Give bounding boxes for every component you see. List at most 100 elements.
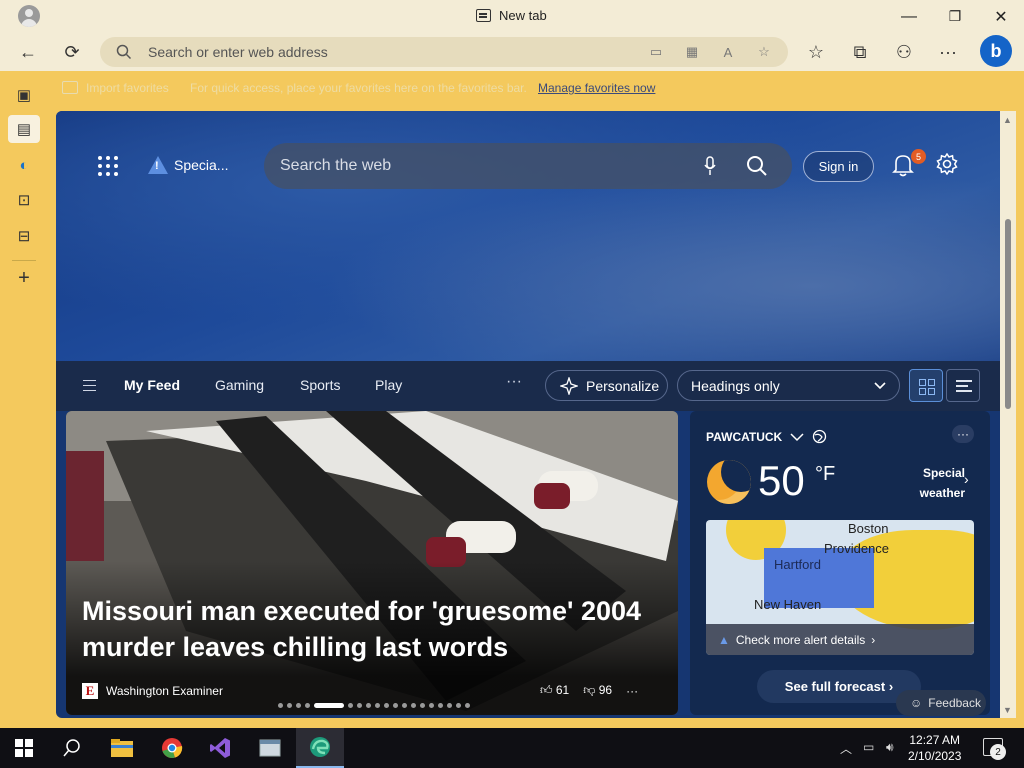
- start-button[interactable]: [0, 728, 48, 768]
- carousel-dot[interactable]: [348, 703, 353, 708]
- weather-map[interactable]: Boston Providence Hartford New Haven ▲ C…: [706, 520, 974, 655]
- carousel-dot[interactable]: [411, 703, 416, 708]
- close-button[interactable]: ✕: [978, 0, 1024, 33]
- address-bar[interactable]: Search or enter web address ▭ ▦ A ☆: [100, 37, 788, 67]
- file-explorer-icon[interactable]: [98, 728, 146, 768]
- layout-dropdown[interactable]: Headings only: [677, 370, 900, 401]
- scroll-up-arrow[interactable]: ▲: [1003, 115, 1012, 125]
- alert-details-link[interactable]: ▲ Check more alert details ›: [706, 624, 974, 655]
- like-button[interactable]: 👍︎ 61: [540, 683, 569, 698]
- app-window-icon[interactable]: [246, 728, 294, 768]
- edge-dev-icon[interactable]: [296, 728, 344, 768]
- network-icon[interactable]: ▭: [863, 740, 874, 754]
- import-favorites-button[interactable]: Import favorites: [86, 81, 169, 95]
- tab-play[interactable]: Play: [375, 377, 402, 393]
- search-icon[interactable]: [746, 155, 768, 177]
- tab-sports[interactable]: Sports: [300, 377, 340, 393]
- back-button[interactable]: ←: [14, 39, 42, 65]
- carousel-dot[interactable]: [420, 703, 425, 708]
- scroll-down-arrow[interactable]: ▼: [1003, 705, 1012, 715]
- edge-sidebar: ▣ ▤ ◐ ⊡ ⊟ +: [0, 71, 48, 727]
- article-headline[interactable]: Missouri man executed for 'gruesome' 200…: [82, 593, 662, 665]
- special-label: Specia...: [174, 157, 229, 173]
- settings-more-button[interactable]: ···: [934, 39, 962, 65]
- scroll-thumb[interactable]: [1005, 219, 1011, 409]
- dislike-button[interactable]: 👎︎ 96: [583, 683, 612, 698]
- visual-studio-icon[interactable]: [196, 728, 244, 768]
- manage-favorites-link[interactable]: Manage favorites now: [538, 81, 655, 95]
- vertical-tabs-icon[interactable]: ▤: [8, 115, 40, 143]
- profile-avatar[interactable]: [18, 5, 40, 27]
- qr-code-icon[interactable]: ▦: [682, 43, 702, 61]
- tab-actions-icon[interactable]: ▣: [13, 84, 35, 106]
- tab-gaming[interactable]: Gaming: [215, 377, 264, 393]
- map-label-hartford: Hartford: [774, 557, 821, 572]
- feedback-button[interactable]: ☺ Feedback: [896, 690, 986, 716]
- grid-view-button[interactable]: [909, 369, 943, 402]
- shopping-icon[interactable]: ⊡: [13, 189, 35, 211]
- weather-location[interactable]: PAWCATUCK: [706, 429, 827, 444]
- more-tabs-button[interactable]: ···: [506, 373, 522, 391]
- carousel-dot[interactable]: [375, 703, 380, 708]
- feedback-label: Feedback: [928, 696, 981, 710]
- temperature-unit[interactable]: °F: [815, 463, 835, 486]
- volume-icon[interactable]: 🔊︎: [886, 740, 894, 755]
- chrome-icon[interactable]: [148, 728, 196, 768]
- carousel-dot[interactable]: [314, 703, 344, 708]
- maximize-button[interactable]: ❐: [932, 0, 978, 33]
- special-weather-alert[interactable]: Specia...: [148, 156, 228, 174]
- weather-card[interactable]: PAWCATUCK ··· 50 °F Special weather › Bo…: [690, 411, 990, 715]
- tray-overflow-icon[interactable]: ︿: [840, 740, 852, 757]
- carousel-dot[interactable]: [296, 703, 301, 708]
- tab-my-feed[interactable]: My Feed: [124, 377, 180, 393]
- sign-in-button[interactable]: Sign in: [803, 151, 874, 182]
- source-logo: E: [82, 683, 98, 699]
- article-more-button[interactable]: ···: [626, 684, 638, 698]
- web-search-box[interactable]: Search the web: [264, 143, 792, 189]
- search-icon: [63, 739, 80, 757]
- carousel-dot[interactable]: [366, 703, 371, 708]
- article-reactions: 👍︎ 61 👎︎ 96 ···: [540, 683, 638, 698]
- carousel-dot[interactable]: [429, 703, 434, 708]
- edge-icon[interactable]: ◐: [13, 154, 35, 176]
- source-name: Washington Examiner: [106, 684, 223, 698]
- tab-icon: [476, 9, 491, 22]
- carousel-dot[interactable]: [456, 703, 461, 708]
- carousel-dot[interactable]: [357, 703, 362, 708]
- tab-title-text: New tab: [499, 8, 547, 23]
- weather-alert-link[interactable]: Special weather: [905, 463, 965, 503]
- add-favorite-icon[interactable]: ☆: [754, 43, 774, 61]
- app-available-icon[interactable]: ▭: [646, 43, 666, 61]
- bing-chat-button[interactable]: b: [980, 35, 1012, 67]
- carousel-dot[interactable]: [402, 703, 407, 708]
- carousel-dot[interactable]: [287, 703, 292, 708]
- favorites-icon[interactable]: ☆: [802, 39, 830, 65]
- add-sidebar-app-icon[interactable]: +: [13, 267, 35, 289]
- settings-gear-icon[interactable]: [936, 153, 958, 175]
- tools-icon[interactable]: ⊟: [13, 225, 35, 247]
- extensions-icon[interactable]: ⚇: [890, 39, 918, 65]
- weather-more-button[interactable]: ···: [952, 425, 974, 443]
- refresh-button[interactable]: ⟳: [58, 39, 86, 65]
- microphone-icon[interactable]: [704, 156, 716, 176]
- page-scrollbar[interactable]: ▲ ▼: [1000, 111, 1016, 718]
- carousel-dot[interactable]: [393, 703, 398, 708]
- carousel-dot[interactable]: [305, 703, 310, 708]
- collections-icon[interactable]: ⧉: [846, 39, 874, 65]
- taskbar-search-button[interactable]: [48, 728, 96, 768]
- carousel-dot[interactable]: [465, 703, 470, 708]
- minimize-button[interactable]: —: [886, 0, 932, 33]
- carousel-dot[interactable]: [438, 703, 443, 708]
- apps-launcher-icon[interactable]: [98, 156, 118, 176]
- list-view-button[interactable]: [946, 369, 980, 402]
- clock[interactable]: 12:27 AM 2/10/2023: [908, 732, 961, 764]
- carousel-dot[interactable]: [278, 703, 283, 708]
- location-globe-icon[interactable]: [812, 429, 827, 444]
- carousel-dot[interactable]: [447, 703, 452, 708]
- carousel-indicator[interactable]: [278, 703, 470, 708]
- carousel-dot[interactable]: [384, 703, 389, 708]
- hero-article-card[interactable]: Missouri man executed for 'gruesome' 200…: [66, 411, 678, 715]
- personalize-button[interactable]: Personalize: [545, 370, 668, 401]
- read-aloud-icon[interactable]: A: [718, 43, 738, 61]
- menu-icon[interactable]: [83, 380, 96, 391]
